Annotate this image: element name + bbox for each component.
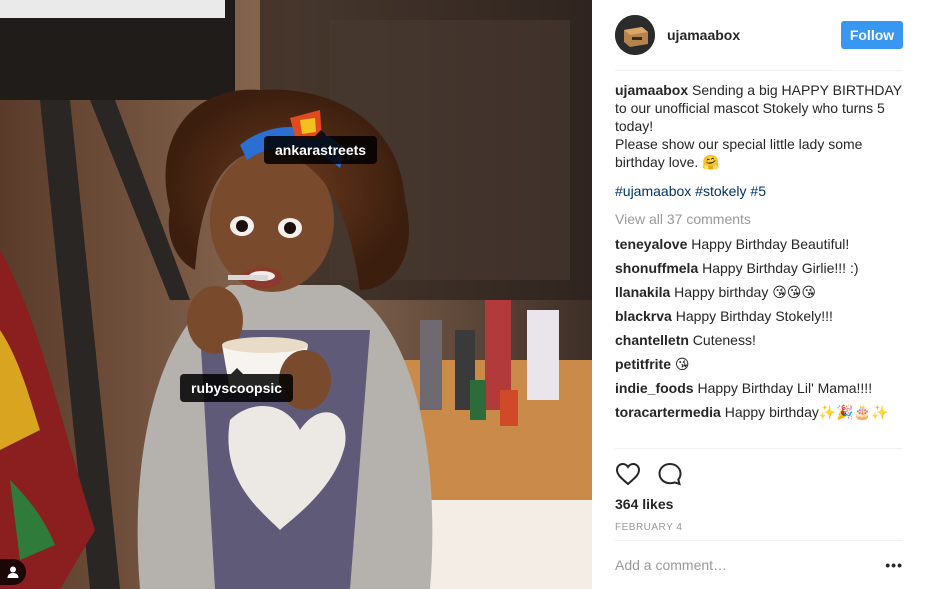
- add-comment-bar: •••: [615, 540, 903, 589]
- comment-bubble-icon[interactable]: [657, 462, 683, 486]
- hashtag-ujamaabox[interactable]: #ujamaabox: [615, 183, 691, 199]
- hashtag-stokely[interactable]: #stokely: [695, 183, 746, 199]
- follow-button[interactable]: Follow: [841, 21, 903, 49]
- comment: llanakila Happy birthday 😘😘😘: [615, 283, 903, 301]
- caption-username[interactable]: ujamaabox: [615, 82, 688, 98]
- comment-username[interactable]: teneyalove: [615, 236, 687, 252]
- comment: toracartermedia Happy birthday✨🎉🎂✨: [615, 403, 903, 421]
- comment-text: Happy Birthday Lil' Mama!!!!: [693, 380, 873, 396]
- add-comment-input[interactable]: [615, 557, 886, 573]
- comment-text: Happy Birthday Beautiful!: [687, 236, 850, 252]
- comment-text: Happy Birthday Girlie!!! :): [698, 260, 859, 276]
- comment-username[interactable]: shonuffmela: [615, 260, 698, 276]
- instagram-post: ankarastreets rubyscoopsic ujamaabox Fol…: [0, 0, 926, 589]
- user-tags-icon[interactable]: [0, 559, 26, 585]
- comment-text: Happy birthday 😘😘😘: [670, 284, 816, 300]
- comment-username[interactable]: petitfrite: [615, 356, 671, 372]
- photo-tag-ankarastreets[interactable]: ankarastreets: [264, 130, 378, 164]
- hashtags: #ujamaabox #stokely #5: [615, 181, 903, 201]
- post-header: ujamaabox Follow: [615, 0, 903, 71]
- comment-text: Happy Birthday Stokely!!!: [671, 308, 833, 324]
- likes-count[interactable]: 364 likes: [615, 496, 903, 512]
- caption-text-line-2: Please show our special little lady some…: [615, 136, 863, 170]
- comment-text: 😘: [671, 356, 690, 372]
- photo-tag-rubyscoopsic[interactable]: rubyscoopsic: [180, 368, 294, 402]
- comments-section: ujamaabox Sending a big HAPPY BIRTHDAY t…: [615, 71, 903, 421]
- comment-username[interactable]: toracartermedia: [615, 404, 721, 420]
- comment-username[interactable]: llanakila: [615, 284, 670, 300]
- heart-icon[interactable]: [615, 462, 641, 486]
- post-actions: 364 likes FEBRUARY 4: [615, 448, 903, 533]
- photo-scene-illustration: [0, 0, 592, 589]
- header-username[interactable]: ujamaabox: [667, 27, 841, 43]
- post-photo[interactable]: ankarastreets rubyscoopsic: [0, 0, 592, 589]
- post-date: FEBRUARY 4: [615, 522, 683, 533]
- more-options-icon[interactable]: •••: [885, 557, 903, 573]
- comment-username[interactable]: chantelletn: [615, 332, 689, 348]
- comment-text: Cuteness!: [688, 332, 756, 348]
- comment-text: Happy birthday✨🎉🎂✨: [720, 404, 889, 420]
- comment: petitfrite 😘: [615, 355, 903, 373]
- comment: shonuffmela Happy Birthday Girlie!!! :): [615, 259, 903, 277]
- action-icons-row: [615, 461, 903, 487]
- comment: chantelletn Cuteness!: [615, 331, 903, 349]
- caption: ujamaabox Sending a big HAPPY BIRTHDAY t…: [615, 81, 903, 171]
- comment: teneyalove Happy Birthday Beautiful!: [615, 235, 903, 253]
- comment: blackrva Happy Birthday Stokely!!!: [615, 307, 903, 325]
- hashtag-5[interactable]: #5: [750, 183, 766, 199]
- avatar[interactable]: [615, 15, 655, 55]
- comment: indie_foods Happy Birthday Lil' Mama!!!!: [615, 379, 903, 397]
- post-side-panel: ujamaabox Follow ujamaabox Sending a big…: [592, 0, 926, 589]
- comment-username[interactable]: indie_foods: [615, 380, 694, 396]
- comment-username[interactable]: blackrva: [615, 308, 672, 324]
- view-all-comments-link[interactable]: View all 37 comments: [615, 209, 903, 229]
